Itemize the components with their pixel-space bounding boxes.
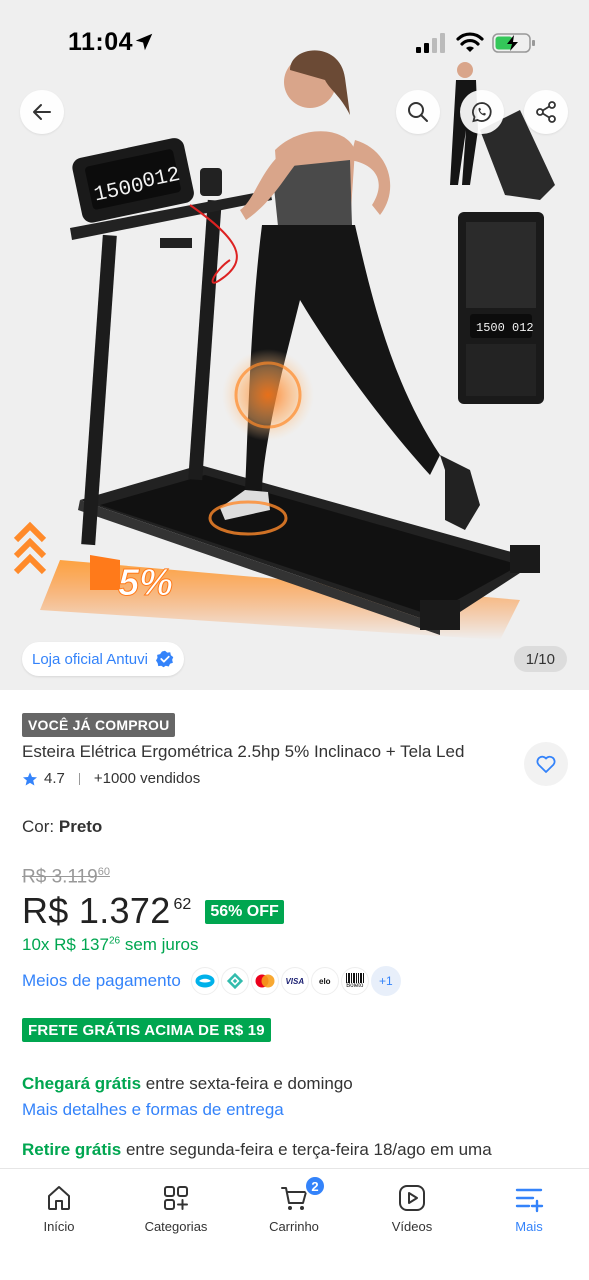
product-image-gallery[interactable]: 1500 012 5% 1500 012 Loja oficial Antuvi… — [0, 0, 589, 690]
tab-videos-label: Vídeos — [391, 1219, 433, 1234]
boleto-label: Boleto — [346, 983, 364, 989]
arrive-text: entre sexta-feira e domingo — [145, 1074, 353, 1093]
thumb-display: 1500 012 — [476, 321, 534, 335]
heart-icon — [536, 755, 556, 773]
share-button[interactable] — [524, 90, 568, 134]
pickup-estimate: Retire grátis entre segunda-feira e terç… — [22, 1140, 582, 1160]
share-icon — [536, 101, 556, 123]
price-row: R$ 1.372 62 56% OFF — [22, 890, 284, 932]
old-price: R$ 3.11960 — [22, 866, 110, 888]
status-bar: 11:04 — [0, 0, 589, 86]
categories-icon — [164, 1186, 188, 1210]
delivery-details-link[interactable]: Mais detalhes e formas de entrega — [22, 1100, 284, 1120]
wifi-icon — [456, 32, 484, 52]
boleto-icon: Boleto — [340, 967, 369, 995]
delivery-estimate: Chegará grátis entre sexta-feira e domin… — [22, 1074, 353, 1094]
cart-count-badge: 2 — [304, 1175, 326, 1197]
rating-divider — [78, 772, 80, 785]
arrive-free-label: Chegará grátis — [22, 1074, 142, 1093]
status-time: 11:04 — [68, 28, 134, 56]
pickup-text: entre segunda-feira e terça-feira 18/ago… — [125, 1140, 492, 1159]
back-button[interactable] — [20, 90, 64, 134]
bottom-tab-bar: Início Categorias 2 Carrinho Vídeos Mais — [0, 1168, 589, 1280]
color-selector[interactable]: Cor: Preto — [22, 817, 102, 837]
tab-categorias-label: Categorias — [144, 1219, 208, 1234]
tab-carrinho-label: Carrinho — [269, 1219, 319, 1234]
already-bought-badge: VOCÊ JÁ COMPROU — [22, 713, 176, 737]
product-title: Esteira Elétrica Ergométrica 2.5hp 5% In… — [22, 742, 465, 761]
location-arrow-icon — [135, 33, 153, 51]
cellular-signal-icon — [416, 33, 445, 53]
discount-badge: 56% OFF — [205, 900, 284, 924]
tab-categorias[interactable]: Categorias — [126, 1183, 226, 1234]
sold-count: +1000 vendidos — [93, 770, 201, 787]
installments-cents: 26 — [108, 935, 121, 947]
official-store-badge[interactable]: Loja oficial Antuvi — [22, 642, 184, 676]
favorite-button[interactable] — [524, 742, 568, 786]
old-price-int: R$ 3.119 — [22, 866, 98, 888]
video-icon — [399, 1185, 425, 1211]
more-payment-methods[interactable]: +1 — [370, 966, 401, 996]
tab-inicio-label: Início — [43, 1219, 75, 1234]
whatsapp-icon — [472, 102, 492, 123]
tab-mais-label: Mais — [515, 1219, 543, 1234]
installments-prefix: 10x R$ 137 — [22, 935, 109, 954]
rating-row[interactable]: 4.7 +1000 vendidos — [22, 770, 200, 787]
star-icon — [23, 771, 37, 786]
price-int: R$ 1.372 — [22, 890, 171, 931]
color-label: Cor: — [22, 817, 55, 836]
installments: 10x R$ 13726 sem juros — [22, 935, 199, 955]
menu-plus-icon — [515, 1188, 544, 1213]
payment-methods-link[interactable]: Meios de pagamento — [22, 971, 181, 991]
tab-videos[interactable]: Vídeos — [362, 1183, 462, 1234]
free-shipping-badge: FRETE GRÁTIS ACIMA DE R$ 19 — [22, 1018, 271, 1042]
old-price-cents: 60 — [97, 866, 110, 878]
rating-value: 4.7 — [44, 770, 65, 787]
mastercard-icon — [250, 967, 279, 995]
verified-icon — [155, 650, 174, 668]
payment-methods-row[interactable]: Meios de pagamento VISA elo Boleto +1 — [22, 966, 401, 996]
price-cents: 62 — [173, 896, 192, 913]
search-icon — [408, 102, 428, 122]
image-counter: 1/10 — [513, 646, 567, 672]
pix-icon — [220, 967, 249, 995]
incline-label: 5% — [118, 562, 173, 604]
tab-inicio[interactable]: Início — [9, 1183, 109, 1234]
home-icon — [48, 1186, 70, 1210]
whatsapp-share-button[interactable] — [460, 90, 504, 134]
mercado-pago-icon — [190, 967, 219, 995]
visa-icon: VISA — [280, 967, 309, 995]
tab-mais[interactable]: Mais — [479, 1183, 579, 1234]
official-store-label: Loja oficial Antuvi — [32, 650, 148, 668]
color-value: Preto — [58, 817, 103, 836]
product-info: VOCÊ JÁ COMPROU Esteira Elétrica Ergomét… — [0, 690, 589, 1170]
arrow-left-icon — [33, 104, 51, 120]
tab-carrinho[interactable]: 2 Carrinho — [244, 1175, 344, 1234]
elo-icon: elo — [310, 967, 339, 995]
installments-suffix: sem juros — [124, 935, 199, 954]
pickup-free-label: Retire grátis — [22, 1140, 122, 1159]
search-button[interactable] — [396, 90, 440, 134]
battery-charging-icon — [492, 33, 535, 53]
